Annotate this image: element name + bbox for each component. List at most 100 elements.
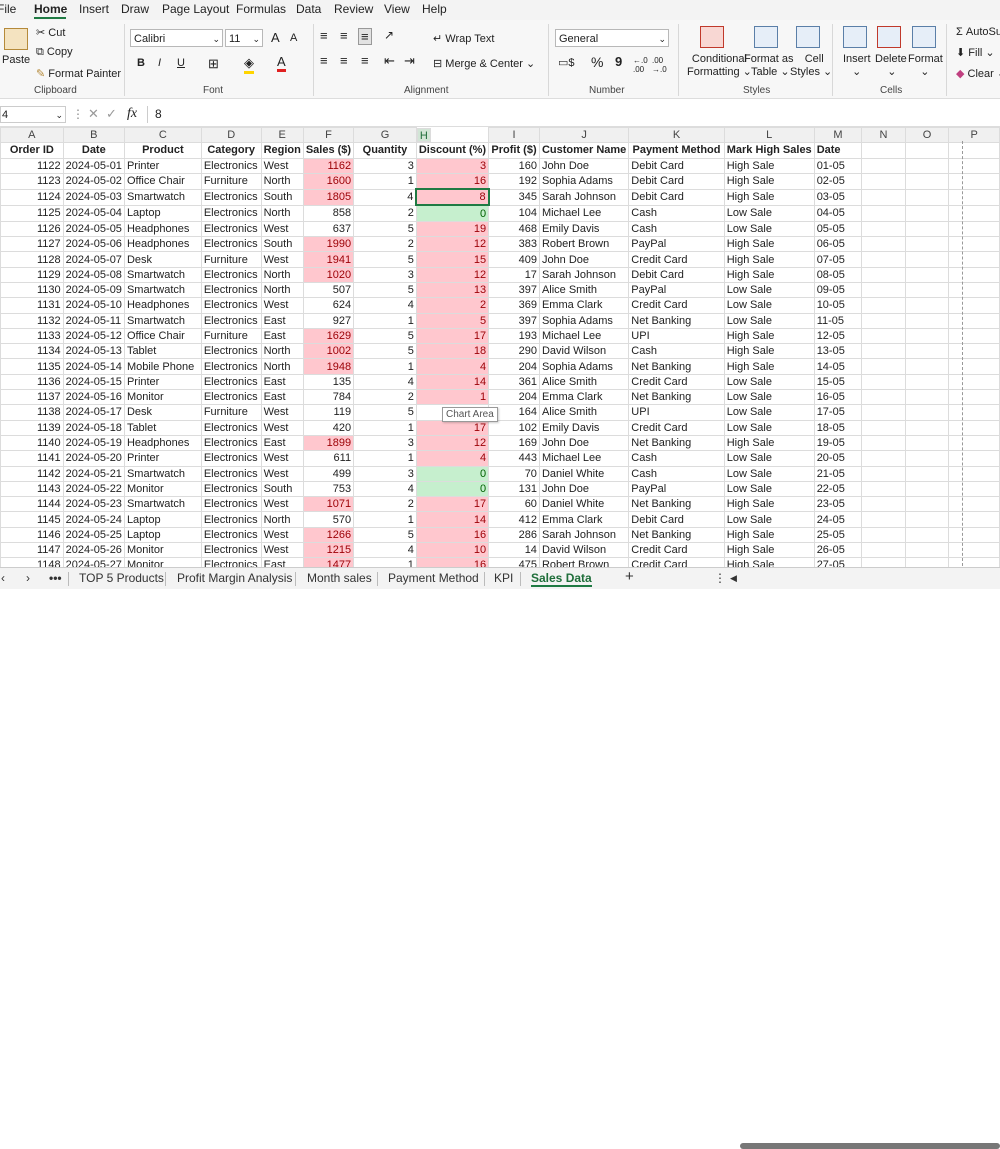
percent-button[interactable]: % xyxy=(591,54,603,70)
table-cell[interactable]: Electronics xyxy=(200,312,262,329)
table-cell[interactable]: 5 xyxy=(353,220,417,238)
empty-cell[interactable] xyxy=(904,281,950,299)
table-cell[interactable]: 2024-05-10 xyxy=(62,297,125,314)
table-cell[interactable]: Electronics xyxy=(200,281,262,299)
empty-cell[interactable] xyxy=(948,526,1000,544)
table-cell[interactable]: 1130 xyxy=(0,281,64,299)
table-cell[interactable]: West xyxy=(260,157,304,174)
table-cell[interactable]: 15 xyxy=(415,251,490,268)
table-cell[interactable]: North xyxy=(260,358,304,375)
table-cell[interactable]: 1002 xyxy=(302,343,355,360)
table-cell[interactable]: Sophia Adams xyxy=(538,358,630,375)
table-cell[interactable]: Alice Smith xyxy=(538,281,630,299)
empty-cell[interactable] xyxy=(948,480,1000,498)
table-cell[interactable]: 15-05 xyxy=(813,373,863,391)
table-cell[interactable]: 5 xyxy=(353,526,417,544)
table-cell[interactable]: Daniel White xyxy=(538,465,630,482)
table-cell[interactable]: 17 xyxy=(415,419,490,436)
table-cell[interactable]: 2024-05-25 xyxy=(62,526,125,544)
align-left-icon[interactable]: ≡ xyxy=(320,53,328,68)
empty-cell[interactable] xyxy=(948,496,1000,513)
table-cell[interactable]: 2024-05-24 xyxy=(62,511,125,528)
table-cell[interactable]: 420 xyxy=(302,419,355,436)
table-cell[interactable]: 2 xyxy=(415,297,490,314)
table-cell[interactable]: Michael Lee xyxy=(538,450,630,467)
column-header-h[interactable]: H xyxy=(416,127,431,142)
table-cell[interactable]: 1071 xyxy=(302,496,355,513)
table-cell[interactable]: 1144 xyxy=(0,496,64,513)
menu-file[interactable]: File xyxy=(0,2,16,16)
table-cell[interactable]: 1 xyxy=(353,450,417,467)
table-header-cell[interactable]: Profit ($) xyxy=(488,142,540,159)
underline-button[interactable]: U xyxy=(177,57,185,69)
empty-cell[interactable] xyxy=(861,188,906,206)
table-cell[interactable]: North xyxy=(260,281,304,299)
table-cell[interactable]: East xyxy=(260,327,304,345)
table-cell[interactable]: Debit Card xyxy=(628,266,725,283)
table-header-cell[interactable]: Customer Name xyxy=(538,142,630,159)
table-cell[interactable]: 0 xyxy=(415,480,490,498)
column-header-k[interactable]: K xyxy=(628,127,725,144)
table-cell[interactable]: 1 xyxy=(353,419,417,436)
table-cell[interactable]: Credit Card xyxy=(628,542,725,559)
format-cells-icon[interactable] xyxy=(912,26,936,48)
table-header-cell[interactable]: Discount (%) xyxy=(415,142,490,159)
table-cell[interactable]: 475 xyxy=(488,557,540,567)
table-cell[interactable]: Electronics xyxy=(200,373,262,391)
add-sheet-icon[interactable]: + xyxy=(625,568,634,585)
table-cell[interactable]: Tablet xyxy=(123,343,202,360)
empty-cell[interactable] xyxy=(904,204,950,222)
table-cell[interactable]: 2024-05-26 xyxy=(62,542,125,559)
insert-cells-button[interactable]: Insert ⌄ xyxy=(843,53,871,78)
empty-cell[interactable] xyxy=(948,389,1000,406)
table-cell[interactable]: High Sale xyxy=(723,188,815,206)
empty-cell[interactable] xyxy=(948,557,1000,567)
grow-font-button[interactable]: A xyxy=(271,30,280,45)
table-cell[interactable]: High Sale xyxy=(723,266,815,283)
table-cell[interactable]: Headphones xyxy=(123,236,202,253)
table-cell[interactable]: Electronics xyxy=(200,358,262,375)
empty-cell[interactable] xyxy=(904,251,950,268)
table-cell[interactable]: 468 xyxy=(488,220,540,238)
empty-cell[interactable] xyxy=(861,389,906,406)
table-cell[interactable]: 17 xyxy=(415,327,490,345)
table-cell[interactable]: 0 xyxy=(415,204,490,222)
table-cell[interactable]: Electronics xyxy=(200,157,262,174)
table-cell[interactable]: 1142 xyxy=(0,465,64,482)
table-cell[interactable]: West xyxy=(260,526,304,544)
table-cell[interactable]: 784 xyxy=(302,389,355,406)
table-cell[interactable]: Furniture xyxy=(200,327,262,345)
table-cell[interactable]: East xyxy=(260,557,304,567)
table-cell[interactable]: Alice Smith xyxy=(538,373,630,391)
table-cell[interactable]: High Sale xyxy=(723,343,815,360)
comma-button[interactable]: 9 xyxy=(615,54,622,69)
table-cell[interactable]: Credit Card xyxy=(628,373,725,391)
table-cell[interactable]: 2 xyxy=(353,236,417,253)
table-cell[interactable]: 10-05 xyxy=(813,297,863,314)
table-cell[interactable]: David Wilson xyxy=(538,343,630,360)
empty-cell[interactable] xyxy=(861,204,906,222)
menu-formulas[interactable]: Formulas xyxy=(236,2,286,16)
clear-button[interactable]: ◆ Clear ⌄ xyxy=(956,67,1000,80)
table-header-cell[interactable]: Region xyxy=(260,142,304,159)
table-cell[interactable]: 17 xyxy=(415,496,490,513)
table-cell[interactable]: 1125 xyxy=(0,204,64,222)
menu-insert[interactable]: Insert xyxy=(79,2,109,16)
table-cell[interactable]: Office Chair xyxy=(123,172,202,190)
table-cell[interactable]: 03-05 xyxy=(813,188,863,206)
column-header-g[interactable]: G xyxy=(353,127,417,144)
bold-button[interactable]: B xyxy=(137,57,145,69)
table-cell[interactable]: 1162 xyxy=(302,157,355,174)
table-cell[interactable]: Tablet xyxy=(123,419,202,436)
table-cell[interactable]: North xyxy=(260,511,304,528)
empty-cell[interactable] xyxy=(904,343,950,360)
more-sheets-icon[interactable]: ••• xyxy=(49,571,62,585)
table-cell[interactable]: South xyxy=(260,236,304,253)
table-cell[interactable]: 2 xyxy=(353,389,417,406)
font-color-button[interactable]: A xyxy=(277,54,286,72)
empty-cell[interactable] xyxy=(904,557,950,567)
table-cell[interactable]: Robert Brown xyxy=(538,236,630,253)
menu-review[interactable]: Review xyxy=(334,2,373,16)
table-cell[interactable]: Furniture xyxy=(200,404,262,421)
menu-draw[interactable]: Draw xyxy=(121,2,149,16)
